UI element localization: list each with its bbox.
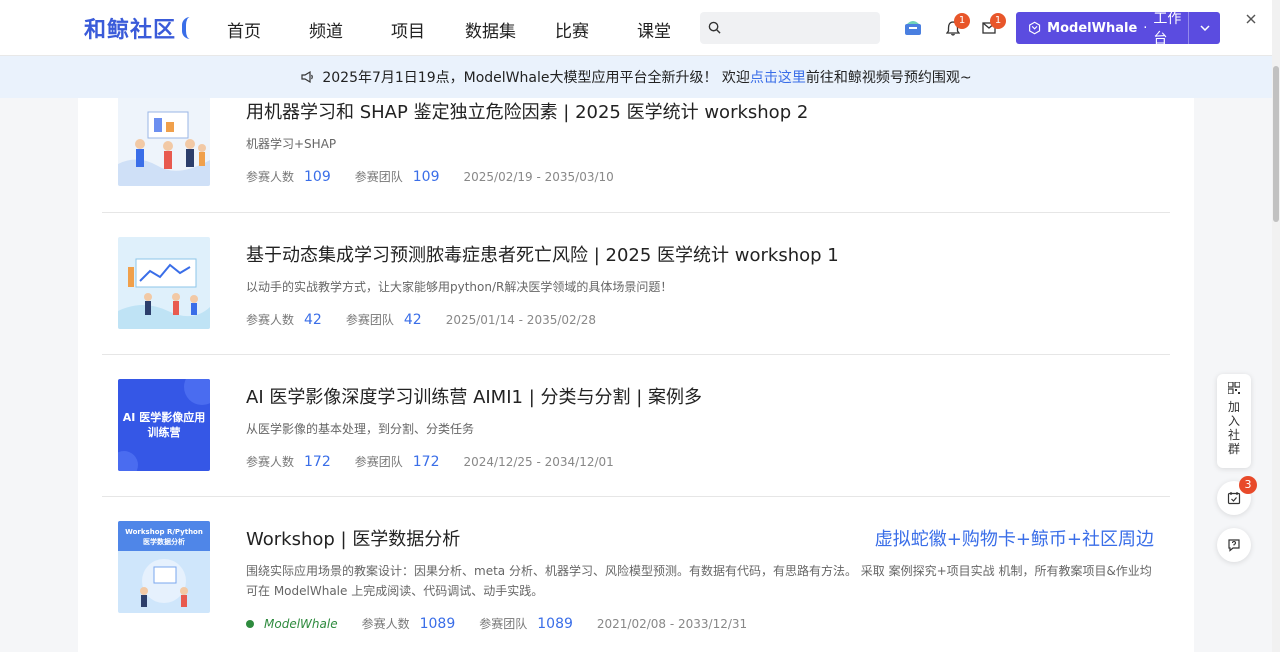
logo-mark-icon: [182, 17, 192, 39]
top-header: 和鲸社区 首页 频道 项目 数据集 比赛 课堂 1 1 ModelWhale ·: [0, 0, 1272, 56]
nav-classroom[interactable]: 课堂: [637, 17, 671, 42]
host-dot-icon: [246, 619, 254, 628]
site-logo[interactable]: 和鲸社区: [84, 12, 192, 44]
nav-datasets[interactable]: 数据集: [465, 17, 516, 42]
help-feedback-button[interactable]: [1217, 528, 1251, 562]
competition-meta: 参赛人数 109 参赛团队 109 2025/02/19 - 2035/03/1…: [246, 168, 614, 185]
participants-count: 109: [304, 168, 331, 185]
nav-competitions[interactable]: 比赛: [555, 17, 589, 42]
announcement-text: 2025年7月1日19点，ModelWhale大模型应用平台全新升级！ 欢迎: [322, 70, 750, 86]
notification-badge: 1: [954, 13, 970, 29]
teams-count: 1089: [537, 615, 573, 632]
teams-count: 109: [412, 168, 440, 185]
teams-count: 172: [412, 453, 440, 470]
nav-projects[interactable]: 项目: [391, 17, 425, 42]
participants-label: 参赛人数: [246, 455, 295, 469]
workshop-illustration: [118, 258, 210, 329]
competition-title[interactable]: Workshop | 医学数据分析: [246, 525, 460, 551]
participants-label: 参赛人数: [246, 313, 295, 327]
host-tag[interactable]: ModelWhale: [246, 617, 338, 631]
modelwhale-logo-icon: [1029, 21, 1041, 35]
competition-title[interactable]: AI 医学影像深度学习训练营 AIMI1 | 分类与分割 | 案例多: [246, 383, 702, 409]
search-icon: [708, 21, 721, 34]
close-icon[interactable]: [1245, 13, 1257, 25]
search-input[interactable]: [700, 12, 880, 44]
host-name: ModelWhale: [264, 616, 338, 631]
teams-label: 参赛团队: [479, 617, 528, 631]
competition-dates: 2024/12/25 - 2034/12/01: [463, 454, 614, 469]
join-community-button[interactable]: 加入社群: [1217, 374, 1251, 468]
competition-card[interactable]: Workshop R/Python 医学数据分析 Workshop | 医学数据…: [102, 497, 1170, 652]
competition-thumbnail[interactable]: Workshop R/Python 医学数据分析: [118, 521, 210, 613]
logo-text: 和鲸社区: [84, 18, 177, 43]
participants-label: 参赛人数: [361, 617, 410, 631]
competition-title[interactable]: 基于动态集成学习预测脓毒症患者死亡风险 | 2025 医学统计 workshop…: [246, 241, 839, 267]
thumbnail-caption: Workshop R/Python 医学数据分析: [125, 528, 203, 546]
competition-meta: 参赛人数 172 参赛团队 172 2024/12/25 - 2034/12/0…: [246, 453, 614, 470]
message-badge: 1: [990, 13, 1006, 29]
chevron-down-icon: [1199, 25, 1210, 31]
qr-code-icon: [1228, 382, 1240, 394]
teams-label: 参赛团队: [354, 170, 403, 184]
workshop-illustration: [118, 111, 210, 186]
competition-dates: 2025/02/19 - 2035/03/10: [463, 169, 614, 184]
workbench-brand: ModelWhale: [1047, 20, 1138, 36]
page-scrollbar[interactable]: [1272, 0, 1280, 652]
megaphone-icon: [301, 70, 314, 84]
teams-label: 参赛团队: [354, 455, 403, 469]
competition-meta: ModelWhale 参赛人数 1089 参赛团队 1089 2021/02/0…: [246, 615, 747, 632]
prize-promo[interactable]: 虚拟蛇徽+购物卡+鲸币+社区周边: [875, 525, 1154, 551]
competition-description: 机器学习+SHAP: [246, 137, 337, 151]
competition-thumbnail[interactable]: [118, 237, 210, 329]
competition-description: 围绕实际应用场景的教案设计：因果分析、meta 分析、机器学习、风险模型预测。有…: [246, 564, 1152, 598]
competition-description: 从医学影像的基本处理，到分割、分类任务: [246, 422, 475, 436]
competition-thumbnail[interactable]: AI 医学影像应用训练营: [118, 379, 210, 471]
competition-card[interactable]: AI 医学影像应用训练营 AI 医学影像深度学习训练营 AIMI1 | 分类与分…: [102, 355, 1170, 497]
competition-thumbnail[interactable]: [118, 94, 210, 186]
announcement-bar: 2025年7月1日19点，ModelWhale大模型应用平台全新升级！ 欢迎 点…: [0, 56, 1272, 98]
participants-count: 1089: [419, 615, 456, 632]
teams-count: 42: [403, 311, 422, 328]
competition-title[interactable]: 用机器学习和 SHAP 鉴定独立危险因素 | 2025 医学统计 worksho…: [246, 98, 808, 124]
scrollbar-thumb[interactable]: [1273, 66, 1279, 222]
workbench-dropdown[interactable]: [1188, 12, 1220, 44]
announcement-suffix: 前往和鲸视频号预约围观~: [805, 70, 972, 86]
workbench-separator: ·: [1143, 20, 1148, 36]
tasks-badge: 3: [1239, 476, 1257, 494]
competition-dates: 2021/02/08 - 2033/12/31: [596, 616, 748, 631]
competition-card[interactable]: 基于动态集成学习预测脓毒症患者死亡风险 | 2025 医学统计 workshop…: [102, 213, 1170, 355]
competition-description: 以动手的实战教学方式，让大家能够用python/R解决医学领域的具体场景问题！: [246, 280, 673, 294]
announcement-link[interactable]: 点击这里: [750, 67, 806, 87]
workbench-button: ModelWhale · 工作台: [1016, 11, 1220, 47]
calendar-check-icon: [1227, 492, 1241, 505]
participants-count: 42: [304, 311, 322, 328]
participants-label: 参赛人数: [246, 170, 295, 184]
competition-meta: 参赛人数 42 参赛团队 42 2025/01/14 - 2035/02/28: [246, 311, 596, 328]
nav-home[interactable]: 首页: [227, 17, 261, 42]
participants-count: 172: [304, 453, 331, 470]
thumbnail-caption: AI 医学影像应用训练营: [122, 411, 206, 439]
whale-app-icon[interactable]: [903, 18, 923, 38]
feedback-icon: [1228, 539, 1240, 552]
competition-dates: 2025/01/14 - 2035/02/28: [445, 312, 596, 327]
workbench-main-button[interactable]: ModelWhale · 工作台: [1016, 11, 1188, 47]
teams-label: 参赛团队: [345, 313, 394, 327]
nav-channels[interactable]: 频道: [309, 17, 343, 42]
join-community-label: 加入社群: [1228, 400, 1241, 456]
workbench-label: 工作台: [1153, 11, 1182, 47]
